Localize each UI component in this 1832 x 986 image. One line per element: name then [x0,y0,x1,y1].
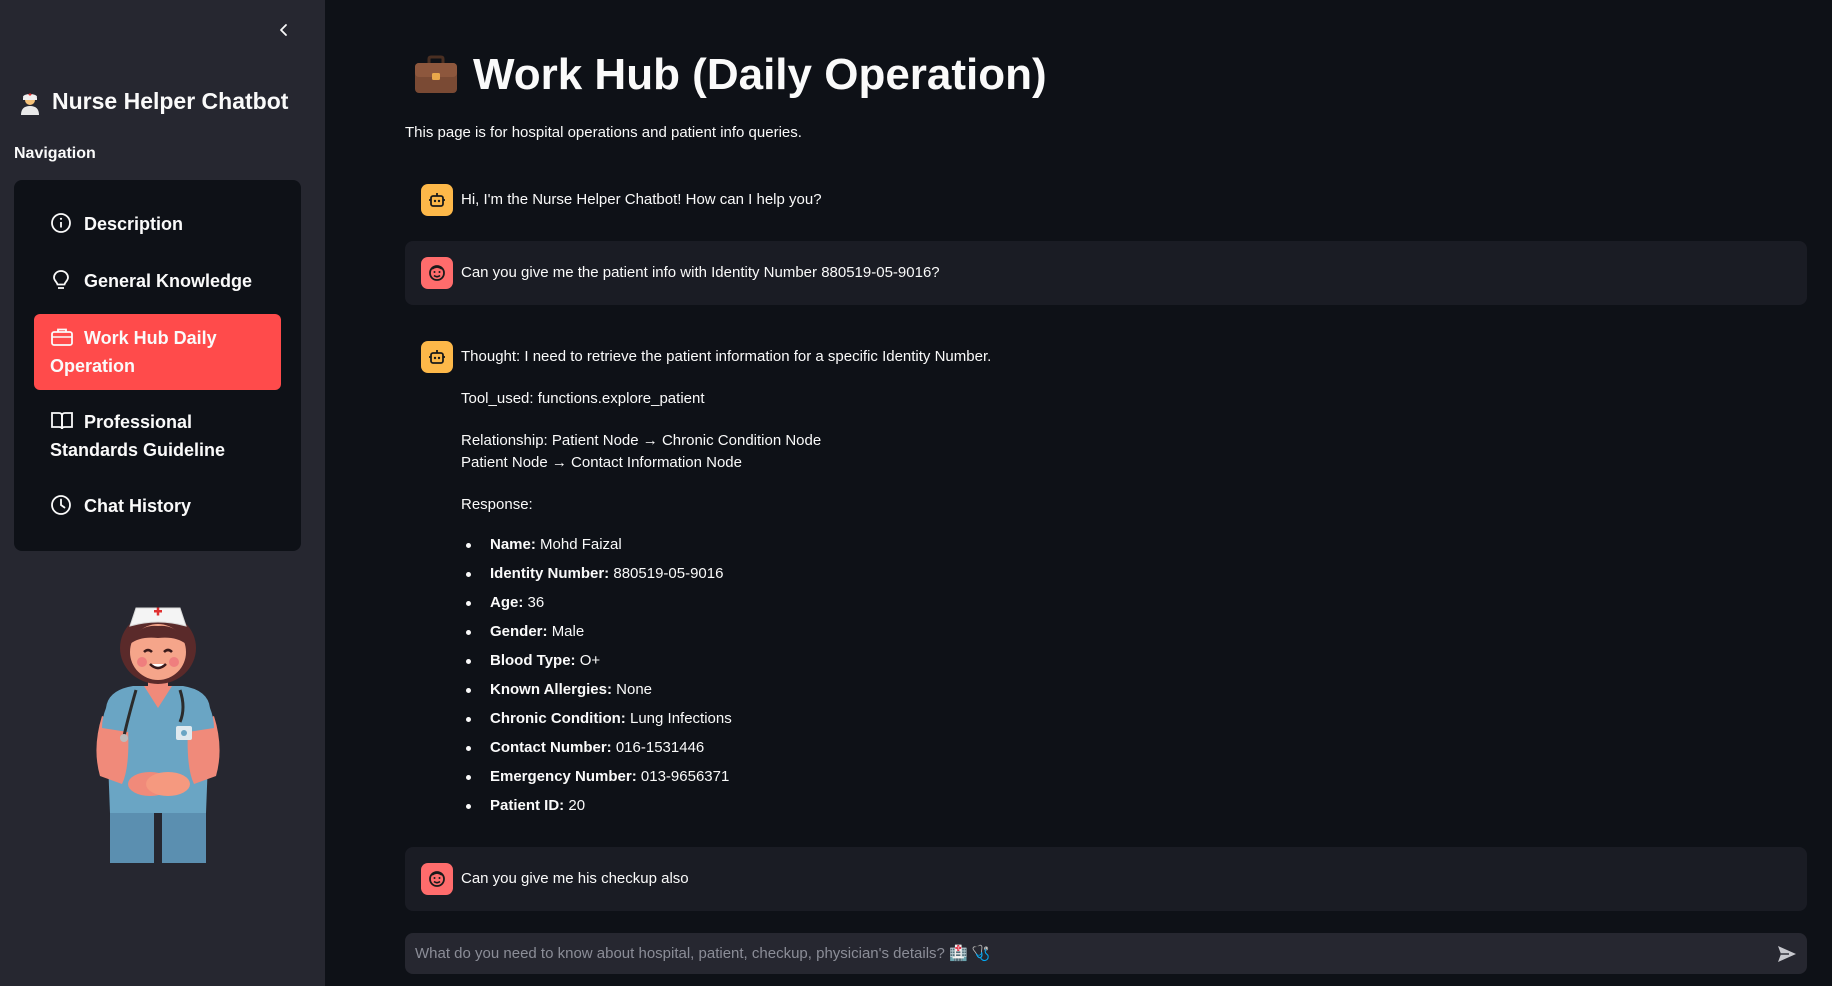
robot-icon [429,350,445,364]
field-value: 20 [568,797,586,814]
tool-used-text: Tool_used: functions.explore_patient [461,390,705,407]
nav-item-label: Professional Standards Guideline [50,412,226,460]
field-label: Emergency Number: [490,768,637,785]
message-text: Can you give me the patient info with Id… [461,264,940,281]
smiley-face-icon [429,265,445,281]
list-item: Contact Number: 016-1531446 [461,737,1791,766]
nurse-illustration [96,607,220,863]
page-subtitle: This page is for hospital operations and… [405,124,802,141]
thought-text: Thought: I need to retrieve the patient … [461,348,992,365]
collapse-sidebar-button[interactable] [272,18,296,42]
message-text: Can you give me his checkup also [461,870,689,887]
nav-item-label: General Knowledge [84,271,253,291]
field-value: None [616,681,652,698]
field-label: Known Allergies: [490,681,612,698]
message-text: Hi, I'm the Nurse Helper Chatbot! How ca… [461,191,822,208]
nav-item-label: Chat History [84,496,192,516]
field-label: Age: [490,594,524,611]
briefcase-emoji-icon [415,55,457,93]
nav-item-work-hub[interactable]: Work Hub Daily Operation [34,314,281,390]
smiley-face-icon [429,871,445,887]
list-item: Emergency Number: 013-9656371 [461,766,1791,795]
book-icon [51,412,73,430]
chevron-left-icon [280,24,287,36]
field-value: 36 [527,594,545,611]
field-label: Blood Type: [490,652,576,669]
user-avatar [421,863,453,895]
chat-input[interactable] [405,933,1767,974]
field-value: 880519-05-9016 [613,565,724,582]
page-title: Work Hub (Daily Operation) [413,50,1047,100]
list-item: Gender: Male [461,621,1791,650]
bot-avatar [421,341,453,373]
chat-message-user: Can you give me the patient info with Id… [405,241,1807,305]
field-label: Patient ID: [490,797,565,814]
briefcase-icon [51,328,73,346]
app-title-text: Nurse Helper Chatbot [52,88,289,114]
navigation-menu: Description General Knowledge Work Hub D… [14,180,301,551]
page-title-text: Work Hub (Daily Operation) [473,50,1047,99]
field-label: Contact Number: [490,739,612,756]
send-icon [1778,945,1796,962]
field-value: 013-9656371 [640,768,730,785]
nav-item-chat-history[interactable]: Chat History [34,482,281,530]
relationship-line-2: Patient Node → Contact Information Node [461,454,742,471]
field-value: Mohd Faizal [540,536,622,553]
nav-item-description[interactable]: Description [34,200,281,248]
list-item: Patient ID: 20 [461,795,1791,824]
field-value: 016-1531446 [615,739,705,756]
list-item: Age: 36 [461,592,1791,621]
list-item: Known Allergies: None [461,679,1791,708]
send-button[interactable] [1767,934,1807,974]
main-content: Work Hub (Daily Operation) This page is … [325,0,1832,986]
list-item: Name: Mohd Faizal [461,534,1791,563]
list-item: Blood Type: O+ [461,650,1791,679]
chat-message-user: Can you give me his checkup also [405,847,1807,911]
field-label: Gender: [490,623,548,640]
user-avatar [421,257,453,289]
field-value: O+ [579,652,601,669]
field-label: Identity Number: [490,565,610,582]
field-value: Lung Infections [629,710,732,727]
chat-message-assistant: Hi, I'm the Nurse Helper Chatbot! How ca… [405,168,1807,227]
list-item: Identity Number: 880519-05-9016 [461,563,1791,592]
lightbulb-icon [53,270,69,289]
bot-avatar [421,184,453,216]
response-label: Response: [461,496,533,513]
field-label: Name: [490,536,536,553]
clock-icon [51,495,71,515]
field-label: Chronic Condition: [490,710,626,727]
sidebar: Nurse Helper Chatbot Navigation Descript… [0,0,325,986]
nav-item-label: Description [84,214,184,234]
robot-icon [429,193,445,207]
relationship-line-1: Relationship: Patient Node → Chronic Con… [461,432,822,449]
nav-item-general-knowledge[interactable]: General Knowledge [34,257,281,305]
nav-item-professional-standards[interactable]: Professional Standards Guideline [34,398,281,474]
navigation-label: Navigation [14,145,96,162]
info-circle-icon [51,213,71,233]
nurse-emoji-icon [21,92,39,115]
list-item: Chronic Condition: Lung Infections [461,708,1791,737]
chat-message-assistant: Thought: I need to retrieve the patient … [405,325,1807,840]
patient-info-list: Name: Mohd Faizal Identity Number: 88051… [461,534,1791,824]
field-value: Male [551,623,585,640]
chat-input-bar [405,933,1807,974]
app-title: Nurse Helper Chatbot [18,88,288,115]
